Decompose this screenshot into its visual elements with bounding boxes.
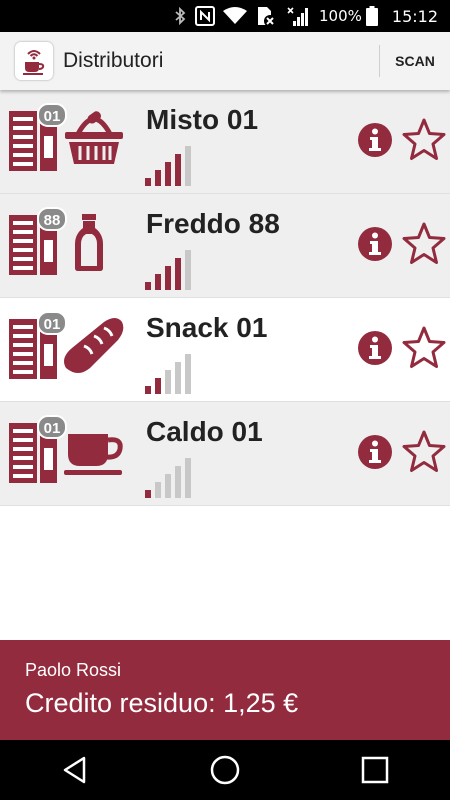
nfc-icon: [195, 6, 215, 26]
scan-button[interactable]: SCAN: [380, 53, 450, 69]
signal-strength-icon: [145, 250, 191, 290]
star-icon[interactable]: [401, 221, 447, 267]
recents-icon[interactable]: [345, 745, 405, 795]
user-name: Paolo Rossi: [25, 660, 122, 680]
star-icon[interactable]: [401, 325, 447, 371]
navigation-bar: [0, 740, 450, 800]
machine-list: 01 Misto 01 88 Freddo 88 01 Snack 01 01 …: [0, 90, 450, 506]
machine-row[interactable]: 01 Caldo 01: [0, 402, 450, 506]
wifi-icon: [223, 7, 247, 25]
back-icon[interactable]: [45, 745, 105, 795]
machine-name: Freddo 88: [146, 208, 280, 239]
credit-balance: Credito residuo: 1,25 €: [25, 688, 299, 718]
signal-bar: [155, 482, 161, 498]
signal-bar: [185, 458, 191, 498]
signal-bar: [155, 378, 161, 394]
signal-bar: [175, 154, 181, 186]
coffee-cup-icon: [64, 434, 123, 475]
machine-name: Misto 01: [146, 104, 259, 135]
info-icon[interactable]: [357, 226, 393, 262]
signal-bar: [165, 162, 171, 186]
credit-panel: Paolo Rossi Credito residuo: 1,25 €: [0, 640, 450, 740]
signal-bar: [145, 178, 151, 186]
signal-bar: [165, 370, 171, 394]
page-title: Distributori: [63, 49, 164, 72]
battery-percent: 100%: [319, 7, 362, 25]
bluetooth-icon: [173, 7, 187, 25]
signal-bar: [155, 274, 161, 290]
signal-bar: [145, 386, 151, 394]
home-icon[interactable]: [195, 745, 255, 795]
app-bar: Distributori SCAN: [0, 32, 450, 90]
signal-bar: [165, 266, 171, 290]
machine-row[interactable]: 01 Misto 01: [0, 90, 450, 194]
star-icon[interactable]: [401, 429, 447, 475]
signal-bar: [185, 146, 191, 186]
signal-bar: [175, 258, 181, 290]
signal-bar: [175, 466, 181, 498]
signal-strength-icon: [145, 354, 191, 394]
clock: 15:12: [391, 6, 438, 26]
bottle-icon: [75, 214, 103, 271]
status-bar: 100% 15:12: [0, 0, 450, 32]
info-icon[interactable]: [357, 330, 393, 366]
info-icon[interactable]: [357, 122, 393, 158]
signal-bar: [155, 170, 161, 186]
signal-bar: [145, 282, 151, 290]
info-icon[interactable]: [357, 434, 393, 470]
machine-row[interactable]: 01 Snack 01: [0, 298, 450, 402]
machine-row[interactable]: 88 Freddo 88: [0, 194, 450, 298]
vending-wifi-cup-icon: [15, 42, 53, 80]
signal-bar: [175, 362, 181, 394]
bread-icon: [64, 318, 124, 373]
basket-icon: [65, 111, 123, 164]
signal-bar: [145, 490, 151, 498]
battery-icon: [365, 6, 378, 26]
machine-name: Snack 01: [146, 312, 268, 343]
machine-name: Caldo 01: [146, 416, 263, 447]
signal-bar: [165, 474, 171, 498]
signal-bar: [185, 354, 191, 394]
signal-strength-icon: [145, 458, 191, 498]
cell-signal-icon: [285, 5, 311, 27]
star-icon[interactable]: [401, 117, 447, 163]
sim-no-signal-icon: [255, 5, 277, 27]
signal-bar: [185, 250, 191, 290]
signal-strength-icon: [145, 146, 191, 186]
